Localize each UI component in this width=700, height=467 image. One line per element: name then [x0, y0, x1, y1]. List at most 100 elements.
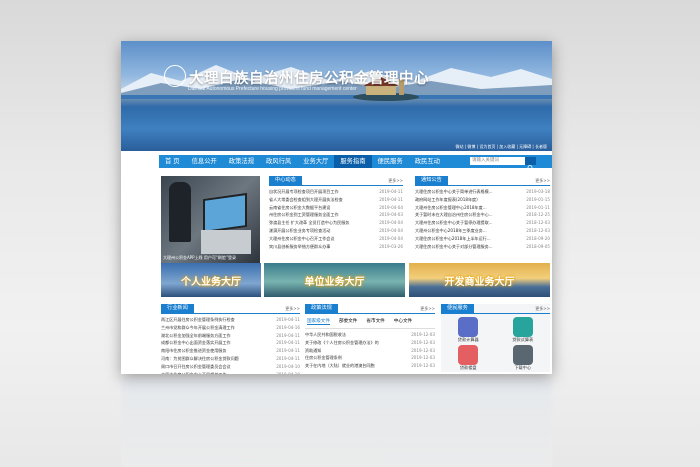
service-label: 贷款楼盘	[459, 365, 477, 370]
list-item[interactable]: 大理住房公积金中心关于对部分管理服务... 2018-09-05	[415, 243, 550, 251]
list-item[interactable]: 太原市住房公积金中心开展相关工作 2019-04-10	[161, 371, 300, 374]
list-item[interactable]: 资助通知 2019-12-03	[305, 347, 435, 355]
list-item-date: 2019-03-18	[526, 189, 550, 194]
site-title: 大理白族自治州住房公积金管理中心	[189, 71, 429, 87]
list-item-title: 自状况开展专项检查项目开展项目工作	[269, 189, 339, 194]
list-item-date: 2019-04-10	[276, 363, 300, 369]
list-item[interactable]: 大理州住房公积金中心召开工作会议 2019-04-04	[269, 235, 403, 243]
list-item-date: 2019-04-11	[276, 355, 300, 361]
list-item-title: 关于在内地（大陆）就业的港澳台同胞	[305, 363, 375, 369]
service-item[interactable]: 贷款试算表	[496, 317, 551, 343]
list-item-date: 2019-01-11	[526, 204, 550, 210]
notice-more[interactable]: 更多>>	[535, 178, 550, 184]
nav-convenience[interactable]: 便民服务	[372, 155, 409, 168]
tab-ministry[interactable]: 部委文件	[339, 318, 357, 325]
list-item-date: 2018-09-20	[526, 235, 550, 241]
news-photo[interactable]: 大理州公积金APP上线 用户可“刷脸”登录	[161, 176, 260, 266]
search-button[interactable]	[525, 157, 536, 171]
list-item[interactable]: 大理州住房公积金管理中心2018年度... 2019-01-11	[415, 204, 550, 212]
service-label: 贷款计算器	[457, 337, 479, 342]
list-item[interactable]: 兰州市党和群众今年开展公积金清理工作 2019-04-16	[161, 324, 300, 332]
chart-icon	[512, 317, 533, 337]
list-item-date: 2019-12-03	[411, 355, 435, 361]
list-item[interactable]: 云南省住房公积金大数据平台建设 2019-04-04	[269, 204, 403, 212]
service-item[interactable]: 贷款计算器	[441, 317, 496, 343]
top-links[interactable]: 微站 | 微博 | 设为首页 | 加入收藏 | 无障碍 | 长者版	[456, 144, 547, 150]
list-item-title: 大理住房公积金中心2018年上半年运行...	[415, 235, 491, 241]
download-icon	[512, 345, 533, 365]
list-item[interactable]: 南阳市住房公积金推进资金使用服务 2019-04-11	[161, 347, 300, 355]
list-item[interactable]: 大理住房公积金中心关于简单进行表格模... 2019-03-18	[415, 188, 550, 196]
list-item[interactable]: 周口市召开住房公积金管理委员会会议 2019-04-10	[161, 363, 300, 371]
list-item[interactable]: 大理州公积金中心2018年三季度业务... 2018-12-03	[415, 227, 550, 235]
list-item[interactable]: 省人大常委会检查组到大理开展执法检查 2019-04-11	[269, 196, 403, 204]
list-item-date: 2018-12-03	[526, 220, 550, 226]
center-news-title: 中心动态	[269, 176, 302, 185]
industry-more[interactable]: 更多>>	[285, 306, 300, 312]
service-label: 下载中心	[514, 365, 532, 370]
policy-more[interactable]: 更多>>	[420, 306, 435, 312]
service-item[interactable]: 贷款楼盘	[441, 345, 496, 371]
list-item[interactable]: 大理州住房公积金中心关于暂停办理提取... 2018-12-03	[415, 219, 550, 227]
list-item[interactable]: 住房公积金管理条例 2019-12-03	[305, 354, 435, 362]
tab-national[interactable]: 国家级文件	[307, 318, 330, 325]
list-item-date: 2018-12-25	[526, 212, 550, 218]
tile-unit[interactable]: 单位业务大厅	[264, 263, 405, 297]
list-item-date: 2019-04-16	[276, 324, 300, 330]
nav-policy[interactable]: 政策法规	[223, 155, 260, 168]
list-item[interactable]: 关于修改《个人住房公积金管理办法》的 2019-12-03	[305, 339, 435, 347]
list-item[interactable]: 宾川县创新服务举措方便群众办事 2019-03-26	[269, 243, 403, 251]
tile-personal[interactable]: 个人业务大厅	[161, 263, 261, 297]
list-item-title: 省人大常委会检查组到大理开展执法检查	[269, 196, 343, 202]
list-item-title: 大理州住房公积金中心召开工作会议	[269, 235, 335, 241]
search-input[interactable]: 请输入关键词	[470, 157, 525, 165]
list-item[interactable]: 河南：为贫困群众解决住房公积金贷款问题 2019-04-11	[161, 355, 300, 363]
list-item-title: 成都公积金中心出面资金落实开展工作	[161, 340, 231, 346]
center-news-more[interactable]: 更多>>	[388, 178, 403, 184]
list-item-date: 2019-01-15	[526, 196, 550, 202]
list-item[interactable]: 湖北公积金加强全年前端服务方面工作 2019-04-11	[161, 332, 300, 340]
header-banner: 大理白族自治州住房公积金管理中心 Dali Bai Autonomous Pre…	[121, 41, 552, 151]
list-item-title: 资助通知	[305, 347, 322, 353]
industry-news-panel: 行业新闻 更多>> 两江区开展住房公积金管理条例执行检查 2019-04-11 兰州…	[161, 304, 300, 374]
list-item[interactable]: 中华人民共和国税收法 2019-12-03	[305, 331, 435, 339]
center-news-panel: 中心动态 更多>> 自状况开展专项检查项目开展项目工作 2019-04-11 省人大…	[269, 176, 403, 250]
list-item-title: 河南：为贫困群众解决住房公积金贷款问题	[161, 355, 239, 361]
nav-service-guide[interactable]: 服务指南	[334, 155, 372, 168]
nav-interaction[interactable]: 政民互动	[409, 155, 446, 168]
list-item[interactable]: 州住房公积金到工资管理服务全面工作 2019-04-03	[269, 211, 403, 219]
list-item[interactable]: 政府网站工作年度报表(2018年度) 2019-01-15	[415, 196, 550, 204]
list-item[interactable]: 漾濞开展公积金业务专项检查活动 2019-04-04	[269, 227, 403, 235]
list-item-date: 2018-09-05	[526, 243, 550, 249]
search-icon	[527, 165, 534, 171]
list-item[interactable]: 成都公积金中心出面资金落实开展工作 2019-04-11	[161, 339, 300, 347]
list-item-date: 2019-04-04	[379, 235, 403, 241]
list-item-title: 漾濞开展公积金业务专项检查活动	[269, 227, 331, 233]
kiosk-body	[201, 230, 251, 254]
list-item[interactable]: 关于暂时未在大理自治州住房公积金中心... 2018-12-25	[415, 211, 550, 219]
list-item[interactable]: 弥渡县主任 扩大改革 全员打造中心为民服务 2019-04-04	[269, 219, 403, 227]
services-more[interactable]: 更多>>	[535, 306, 550, 312]
nav-home[interactable]: 首 页	[159, 155, 186, 168]
tab-province[interactable]: 省市文件	[366, 318, 384, 325]
nav-business-hall[interactable]: 业务大厅	[297, 155, 334, 168]
nav-conduct[interactable]: 政风行风	[260, 155, 297, 168]
notice-title: 通知公告	[415, 176, 448, 185]
tab-center[interactable]: 中心文件	[394, 318, 412, 325]
list-item-title: 太原市住房公积金中心开展相关工作	[161, 371, 227, 374]
website-frame: 大理白族自治州住房公积金管理中心 Dali Bai Autonomous Pre…	[121, 41, 552, 374]
list-item[interactable]: 关于在内地（大陆）就业的港澳台同胞 2019-12-03	[305, 362, 435, 370]
site-logo-icon[interactable]	[164, 65, 186, 87]
list-item-title: 关于修改《个人住房公积金管理办法》的	[305, 339, 379, 345]
list-item[interactable]: 自状况开展专项检查项目开展项目工作 2019-04-11	[269, 188, 403, 196]
kiosk-screen	[203, 192, 247, 234]
list-item[interactable]: 大理住房公积金中心2018年上半年运行... 2018-09-20	[415, 235, 550, 243]
nav-info-public[interactable]: 信息公开	[186, 155, 223, 168]
list-item-date: 2018-12-03	[526, 227, 550, 233]
service-item[interactable]: 下载中心	[496, 345, 551, 371]
tile-developer[interactable]: 开发商业务大厅	[409, 263, 550, 297]
services-panel: 便民服务 更多>> 贷款计算器 贷款试算表 贷款楼盘 下载中心	[441, 304, 550, 372]
list-item-date: 2019-04-04	[379, 204, 403, 210]
list-item[interactable]: 两江区开展住房公积金管理条例执行检查 2019-04-11	[161, 316, 300, 324]
list-item-date: 2019-12-03	[411, 363, 435, 369]
